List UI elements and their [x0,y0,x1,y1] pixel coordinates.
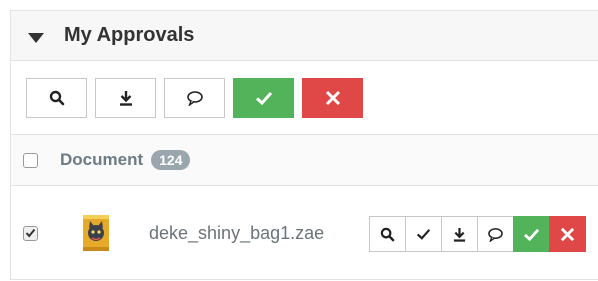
download-button[interactable] [95,77,156,118]
reject-button[interactable] [302,77,363,118]
panel-header[interactable]: My Approvals [11,11,598,61]
approve-icon [523,228,540,241]
approve-icon [255,91,272,105]
search-icon [49,90,64,105]
toolbar [11,61,598,135]
download-icon [119,90,132,106]
filename[interactable]: deke_shiny_bag1.zae [149,223,324,244]
row-approve-button[interactable] [513,216,550,252]
search-icon [380,227,395,241]
shiny-bag-thumbnail-icon [83,215,109,251]
comment-button[interactable] [164,77,225,118]
checkmark-icon [25,228,36,238]
document-column-label[interactable]: Document [60,150,143,170]
row-actions [369,216,586,252]
column-header: Document 124 [11,135,598,186]
select-all-checkbox[interactable] [23,152,38,168]
row-search-button[interactable] [369,216,406,252]
row-check-button[interactable] [405,216,442,252]
search-button[interactable] [26,77,87,118]
check-icon [416,229,431,240]
panel-title: My Approvals [64,24,195,46]
approve-button[interactable] [233,77,294,118]
row-reject-button[interactable] [549,216,586,252]
document-count-badge: 124 [151,150,191,170]
approvals-panel: My Approvals Document 124 deke_shiny_bag… [10,10,598,280]
asset-thumbnail[interactable] [59,196,133,270]
row-checkbox[interactable] [23,225,38,241]
reject-icon [325,90,340,105]
table-row[interactable]: deke_shiny_bag1.zae [11,186,598,280]
download-icon [453,227,466,242]
comment-icon [186,90,203,106]
row-comment-button[interactable] [477,216,514,252]
row-download-button[interactable] [441,216,478,252]
reject-icon [560,227,575,241]
comment-icon [488,227,503,242]
collapse-caret-icon[interactable] [28,32,44,43]
